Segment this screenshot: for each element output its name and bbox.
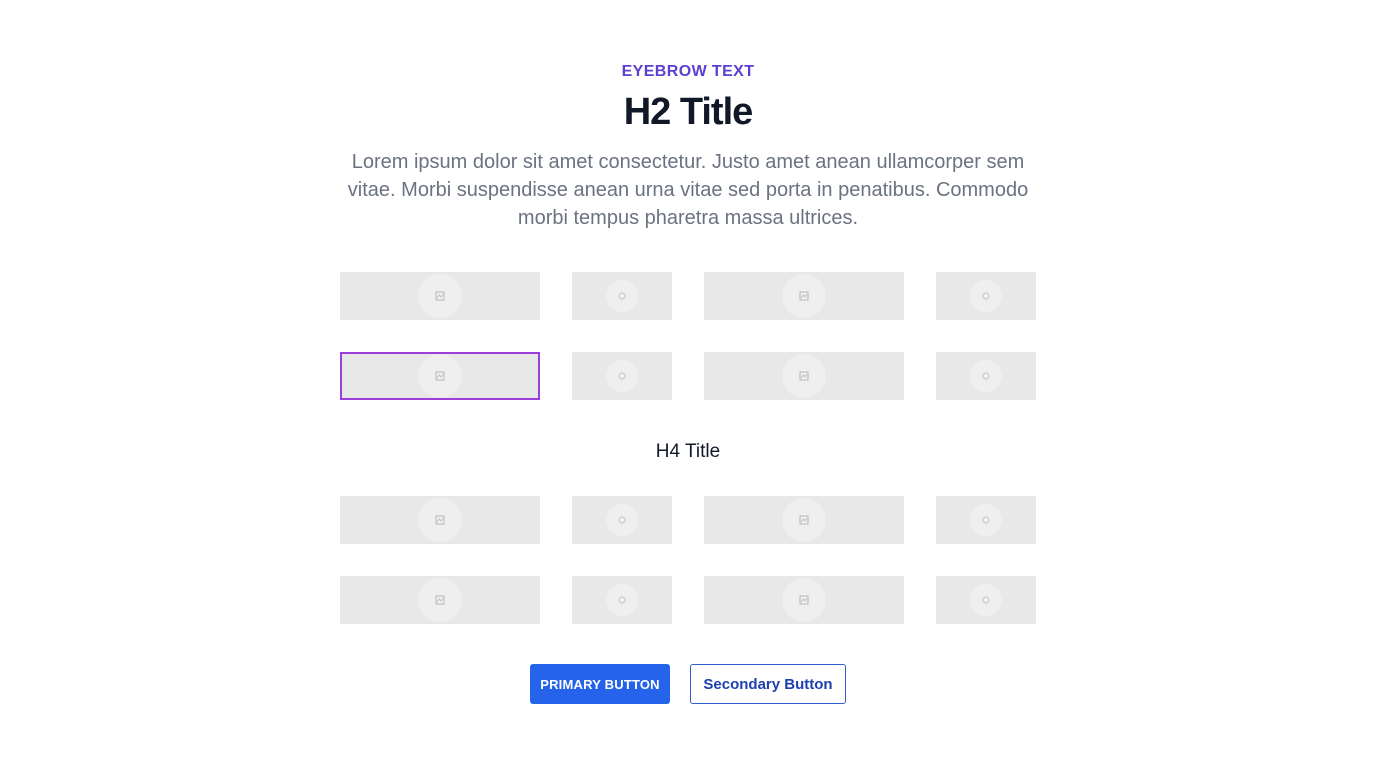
image-placeholder-icon xyxy=(970,504,1002,536)
image-placeholder-icon xyxy=(418,498,462,542)
eyebrow-text: EYEBROW TEXT xyxy=(621,63,755,80)
image-placeholder-icon xyxy=(782,498,826,542)
logo-grid-primary xyxy=(340,272,1036,400)
section-title: H2 Title xyxy=(623,91,754,133)
logo-placeholder[interactable] xyxy=(572,496,672,544)
primary-button[interactable]: PRIMARY BUTTON xyxy=(530,664,670,704)
logo-placeholder[interactable] xyxy=(704,576,904,624)
image-placeholder-icon xyxy=(418,354,462,398)
image-placeholder-icon xyxy=(970,360,1002,392)
image-placeholder-icon xyxy=(782,578,826,622)
image-placeholder-icon xyxy=(418,578,462,622)
logo-placeholder[interactable] xyxy=(936,272,1036,320)
image-placeholder-icon xyxy=(606,360,638,392)
logo-placeholder[interactable] xyxy=(340,272,540,320)
image-placeholder-icon xyxy=(606,584,638,616)
image-placeholder-icon xyxy=(418,274,462,318)
logo-placeholder[interactable] xyxy=(572,272,672,320)
logo-placeholder-selected[interactable] xyxy=(340,352,540,400)
image-placeholder-icon xyxy=(606,504,638,536)
logo-placeholder[interactable] xyxy=(704,272,904,320)
logo-placeholder[interactable] xyxy=(936,576,1036,624)
image-placeholder-icon xyxy=(606,280,638,312)
logo-placeholder[interactable] xyxy=(704,352,904,400)
logo-grid-secondary xyxy=(340,496,1036,624)
logo-placeholder[interactable] xyxy=(936,496,1036,544)
logo-placeholder[interactable] xyxy=(704,496,904,544)
section-description: Lorem ipsum dolor sit amet consectetur. … xyxy=(347,151,1029,229)
image-placeholder-icon xyxy=(782,274,826,318)
image-placeholder-icon xyxy=(970,280,1002,312)
logo-placeholder[interactable] xyxy=(572,576,672,624)
image-placeholder-icon xyxy=(970,584,1002,616)
logo-placeholder[interactable] xyxy=(340,576,540,624)
image-placeholder-icon xyxy=(782,354,826,398)
logo-cloud-section: EYEBROW TEXT H2 Title Lorem ipsum dolor … xyxy=(0,0,1376,768)
secondary-button[interactable]: Secondary Button xyxy=(690,664,846,704)
logo-placeholder[interactable] xyxy=(936,352,1036,400)
logo-placeholder[interactable] xyxy=(340,496,540,544)
subsection-title: H4 Title xyxy=(655,441,721,462)
logo-placeholder[interactable] xyxy=(572,352,672,400)
